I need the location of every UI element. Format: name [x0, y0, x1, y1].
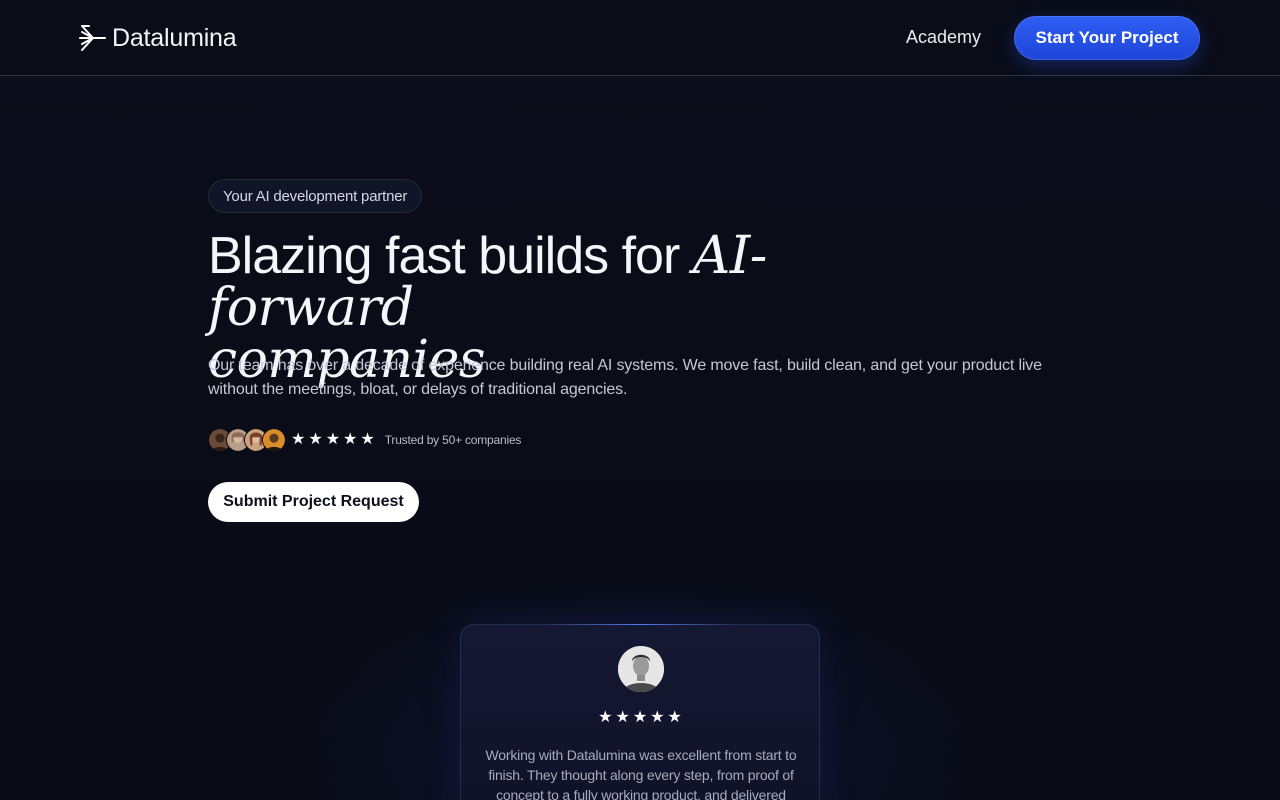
submit-project-request-button[interactable]: Submit Project Request [208, 482, 419, 522]
logo-link[interactable]: Datalumina [79, 22, 237, 54]
testimonial-quote: Working with Datalumina was excellent fr… [485, 747, 797, 800]
star-icon: ★ [291, 431, 306, 448]
sunburst-logo-icon [79, 25, 106, 51]
top-nav: Datalumina Academy Start Your Project [0, 0, 1280, 76]
star-icon: ★ [308, 431, 323, 448]
star-icon: ★ [343, 431, 358, 448]
trust-row: ★ ★ ★ ★ ★ Trusted by 50+ companies [208, 428, 521, 452]
start-project-button[interactable]: Start Your Project [1014, 16, 1200, 60]
testimonial-card: ★ ★ ★ ★ ★ Working with Datalumina was ex… [460, 624, 820, 800]
logo-text: Datalumina [112, 23, 237, 52]
trusted-by-text: Trusted by 50+ companies [384, 433, 522, 447]
headline-plain: Blazing fast builds for [208, 227, 693, 285]
testimonial-rating: ★ ★ ★ ★ ★ [461, 710, 819, 726]
rating-stars: ★ ★ ★ ★ ★ [291, 432, 375, 448]
testimonial-avatar [618, 646, 664, 692]
star-icon: ★ [360, 431, 375, 448]
nav-link-academy[interactable]: Academy [906, 27, 981, 48]
star-icon: ★ [615, 709, 630, 726]
hero-subcopy: Our team has over a decade of experience… [208, 357, 1042, 398]
star-icon: ★ [650, 709, 665, 726]
client-avatars [208, 428, 286, 452]
star-icon: ★ [632, 709, 648, 726]
star-icon: ★ [598, 709, 613, 726]
hero-badge: Your AI development partner [208, 179, 423, 213]
avatar [262, 428, 286, 452]
star-icon: ★ [325, 431, 341, 448]
star-icon: ★ [667, 709, 682, 726]
